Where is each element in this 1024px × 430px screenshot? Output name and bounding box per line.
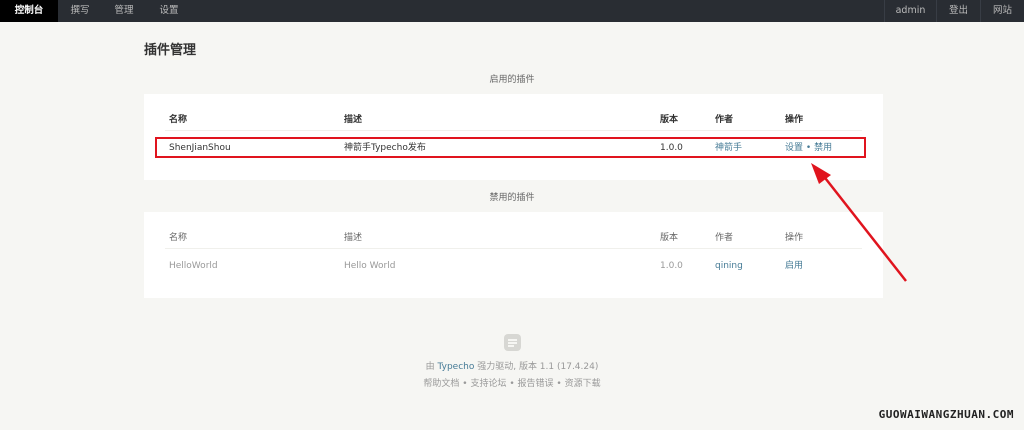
footer-version: 强力驱动, 版本 1.1 (17.4.24)	[474, 362, 599, 372]
typecho-logo-icon	[504, 334, 521, 351]
footer-separator: •	[509, 379, 515, 389]
typecho-link[interactable]: Typecho	[438, 362, 475, 372]
footer-separator: •	[462, 379, 468, 389]
footer-credit: 由 Typecho 强力驱动, 版本 1.1 (17.4.24)	[0, 359, 1024, 372]
support-forum-link[interactable]: 支持论坛	[470, 379, 506, 389]
help-docs-link[interactable]: 帮助文档	[423, 379, 459, 389]
report-bug-link[interactable]: 报告错误	[518, 379, 554, 389]
footer-separator: •	[556, 379, 562, 389]
footer-links: 帮助文档 • 支持论坛 • 报告错误 • 资源下载	[0, 376, 1024, 389]
footer-prefix: 由	[425, 362, 438, 372]
arrow-shaft	[821, 173, 907, 282]
download-link[interactable]: 资源下载	[565, 379, 601, 389]
watermark: GUOWAIWANGZHUAN.COM	[878, 408, 1014, 421]
